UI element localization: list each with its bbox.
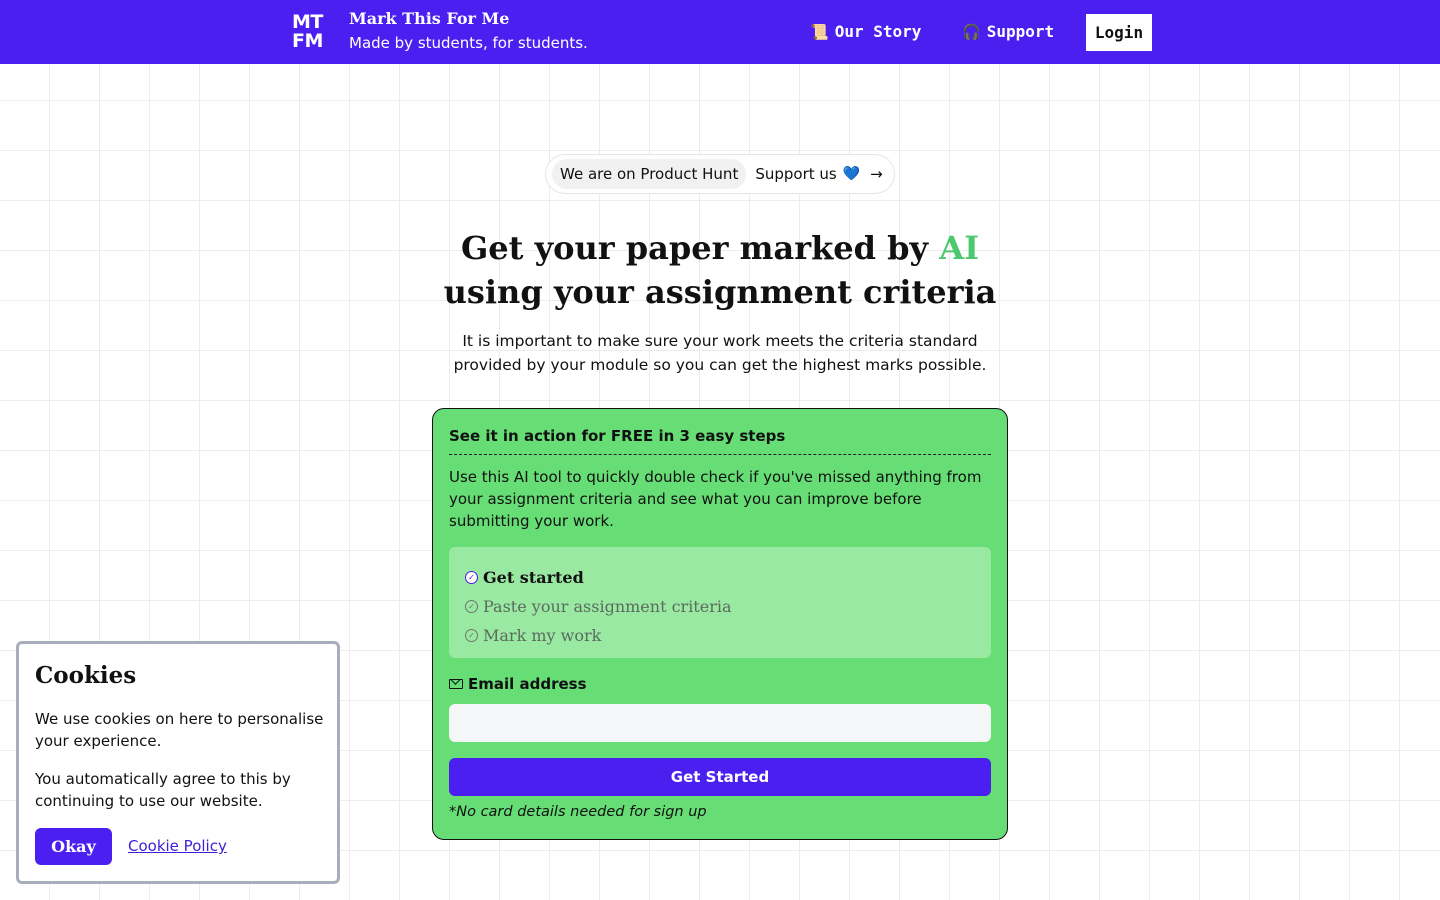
- support-us-text: Support us 💙 →: [755, 165, 882, 183]
- email-input[interactable]: [449, 704, 991, 742]
- step-item-paste-criteria: ✓ Paste your assignment criteria: [465, 592, 991, 621]
- no-card-note: *No card details needed for sign up: [449, 804, 707, 820]
- cookie-text-1: We use cookies on here to personalise yo…: [35, 710, 324, 750]
- step-label: Get started: [483, 568, 584, 587]
- cookie-title: Cookies: [35, 662, 137, 689]
- cookie-text-2: You automatically agree to this by conti…: [35, 770, 291, 810]
- cookie-banner: Cookies We use cookies on here to person…: [16, 641, 340, 884]
- email-label: Email address: [449, 675, 587, 693]
- step-item-mark-work: ✓ Mark my work: [465, 621, 991, 650]
- nav-our-story-label: Our Story: [834, 22, 922, 41]
- check-circle-icon: ✓: [465, 600, 478, 613]
- hero-title-part1: Get your paper marked by: [460, 229, 940, 267]
- email-label-text: Email address: [468, 675, 587, 693]
- brand-title: Mark This For Me: [349, 9, 510, 28]
- headphones-icon: 🎧: [962, 23, 981, 41]
- product-hunt-banner[interactable]: We are on Product Hunt Support us 💙 →: [545, 154, 895, 194]
- arrow-right-icon: →: [870, 165, 883, 183]
- steps-list: ✓ Get started ✓ Paste your assignment cr…: [449, 547, 991, 658]
- check-circle-icon: ✓: [465, 629, 478, 642]
- step-label: Mark my work: [483, 626, 602, 645]
- product-hunt-tag: We are on Product Hunt: [552, 159, 747, 189]
- scroll-icon: 📜: [810, 23, 829, 41]
- step-item-get-started: ✓ Get started: [465, 563, 991, 592]
- support-us-label: Support us: [755, 165, 837, 183]
- hero-title: Get your paper marked by AI using your a…: [420, 226, 1020, 314]
- blue-heart-icon: 💙: [842, 166, 861, 182]
- check-circle-icon: ✓: [465, 571, 478, 584]
- cookie-policy-link[interactable]: Cookie Policy: [128, 837, 227, 855]
- card-heading: See it in action for FREE in 3 easy step…: [449, 427, 991, 455]
- nav-our-story-link[interactable]: 📜 Our Story: [810, 22, 921, 41]
- mail-icon: [449, 679, 463, 689]
- hero-title-part2: using your assignment criteria: [443, 273, 997, 311]
- nav-support-label: Support: [986, 22, 1055, 41]
- brand-tagline: Made by students, for students.: [349, 34, 588, 52]
- step-label: Paste your assignment criteria: [483, 597, 732, 616]
- get-started-button[interactable]: Get Started: [449, 758, 991, 796]
- hero-title-accent: AI: [939, 229, 980, 267]
- login-button[interactable]: Login: [1086, 14, 1152, 51]
- hero-subtitle: It is important to make sure your work m…: [453, 332, 987, 374]
- logo-line-2: FM: [292, 30, 323, 52]
- cookie-okay-button[interactable]: Okay: [35, 828, 112, 865]
- card-description: Use this AI tool to quickly double check…: [449, 468, 982, 530]
- top-navbar: MT FM Mark This For Me Made by students,…: [0, 0, 1440, 64]
- site-logo[interactable]: MT FM: [292, 13, 330, 51]
- signup-card: See it in action for FREE in 3 easy step…: [432, 408, 1008, 840]
- nav-support-link[interactable]: 🎧 Support: [962, 22, 1054, 41]
